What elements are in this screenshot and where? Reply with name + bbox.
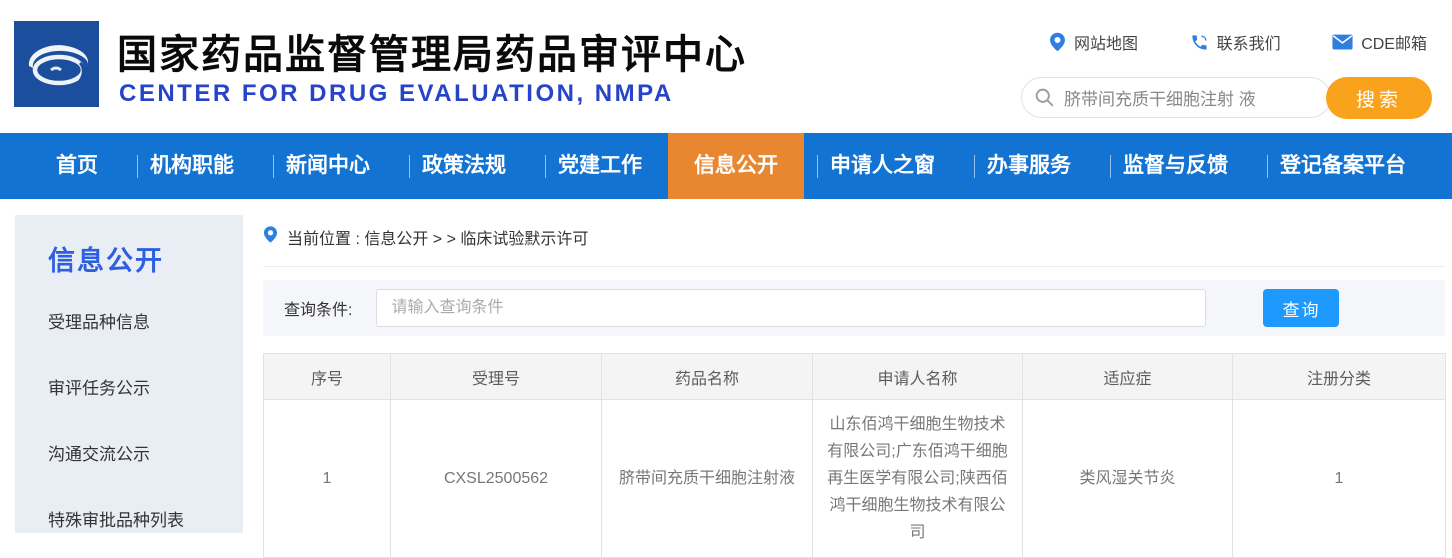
nav-item-supervision[interactable]: 监督与反馈 [1097, 133, 1254, 199]
contact-link[interactable]: 联系我们 [1190, 30, 1281, 54]
site-header: 国家药品监督管理局药品审评中心 CENTER FOR DRUG EVALUATI… [0, 0, 1452, 133]
sidebar-item-accepted-varieties[interactable]: 受理品种信息 [48, 308, 243, 333]
sitemap-link[interactable]: 网站地图 [1049, 30, 1138, 54]
header-serial: 序号 [264, 354, 391, 400]
sitemap-label: 网站地图 [1074, 30, 1138, 54]
site-search-button[interactable]: 搜索 [1326, 77, 1432, 119]
mail-icon [1332, 34, 1353, 50]
query-label: 查询条件: [284, 296, 352, 320]
nav-item-applicant-window[interactable]: 申请人之窗 [804, 133, 961, 199]
location-pin-icon [1049, 32, 1066, 52]
cell-drug-name: 脐带间充质干细胞注射液 [602, 400, 813, 558]
nav-item-policies[interactable]: 政策法规 [396, 133, 532, 199]
breadcrumb: 当前位置 : 信息公开 > > 临床试验默示许可 [263, 225, 1445, 267]
header-applicant: 申请人名称 [813, 354, 1023, 400]
site-search-input[interactable] [1021, 77, 1331, 118]
nav-item-info-disclosure[interactable]: 信息公开 [668, 133, 804, 199]
results-table: 序号 受理号 药品名称 申请人名称 适应症 注册分类 1 CXSL2500562… [263, 353, 1446, 558]
cell-indication: 类风湿关节炎 [1023, 400, 1233, 558]
contact-label: 联系我们 [1217, 30, 1281, 54]
cell-registration-class: 1 [1233, 400, 1446, 558]
nav-item-news[interactable]: 新闻中心 [260, 133, 396, 199]
top-links: 网站地图 联系我们 CDE邮箱 [1021, 30, 1441, 54]
table-header-row: 序号 受理号 药品名称 申请人名称 适应症 注册分类 [264, 354, 1446, 400]
query-button[interactable]: 查询 [1263, 289, 1339, 327]
query-bar: 查询条件: 查询 [263, 280, 1445, 336]
location-pin-icon [263, 225, 278, 249]
sidebar: 信息公开 受理品种信息 审评任务公示 沟通交流公示 特殊审批品种列表 [15, 215, 243, 533]
site-subtitle: CENTER FOR DRUG EVALUATION, NMPA [119, 80, 674, 108]
main-content: 当前位置 : 信息公开 > > 临床试验默示许可 查询条件: 查询 序号 受理号… [263, 225, 1445, 558]
phone-icon [1190, 33, 1209, 52]
search-icon [1034, 87, 1055, 113]
mailbox-link[interactable]: CDE邮箱 [1332, 30, 1427, 54]
cell-serial: 1 [264, 400, 391, 558]
site-title: 国家药品监督管理局药品审评中心 [117, 22, 747, 80]
header-registration-class: 注册分类 [1233, 354, 1446, 400]
logo-swirl-icon [21, 32, 93, 97]
nav-item-services[interactable]: 办事服务 [961, 133, 1097, 199]
nav-item-party[interactable]: 党建工作 [532, 133, 668, 199]
search-bar: 搜索 [1021, 77, 1432, 119]
sidebar-item-review-tasks[interactable]: 审评任务公示 [48, 374, 243, 399]
cell-applicant: 山东佰鸿干细胞生物技术有限公司;广东佰鸿干细胞再生医学有限公司;陕西佰鸿干细胞生… [813, 400, 1023, 558]
header-right: 网站地图 联系我们 CDE邮箱 搜索 [1021, 30, 1441, 119]
breadcrumb-text: 当前位置 : 信息公开 > > 临床试验默示许可 [287, 225, 588, 249]
mailbox-label: CDE邮箱 [1361, 30, 1427, 54]
cde-logo [14, 21, 99, 107]
cell-acceptance-no: CXSL2500562 [391, 400, 602, 558]
nav-list: 首页 机构职能 新闻中心 政策法规 党建工作 信息公开 申请人之窗 办事服务 监… [0, 133, 1452, 199]
nav-item-functions[interactable]: 机构职能 [124, 133, 260, 199]
sidebar-item-communication[interactable]: 沟通交流公示 [48, 440, 243, 465]
sidebar-item-special-approval[interactable]: 特殊审批品种列表 [48, 506, 243, 531]
header-indication: 适应症 [1023, 354, 1233, 400]
header-drug-name: 药品名称 [602, 354, 813, 400]
query-condition-input[interactable] [376, 289, 1206, 327]
nav-item-home[interactable]: 首页 [30, 133, 124, 199]
sidebar-title: 信息公开 [48, 239, 243, 278]
header-acceptance-no: 受理号 [391, 354, 602, 400]
table-row: 1 CXSL2500562 脐带间充质干细胞注射液 山东佰鸿干细胞生物技术有限公… [264, 400, 1446, 558]
nav-item-registration-platform[interactable]: 登记备案平台 [1254, 133, 1432, 199]
main-nav: 首页 机构职能 新闻中心 政策法规 党建工作 信息公开 申请人之窗 办事服务 监… [0, 133, 1452, 199]
